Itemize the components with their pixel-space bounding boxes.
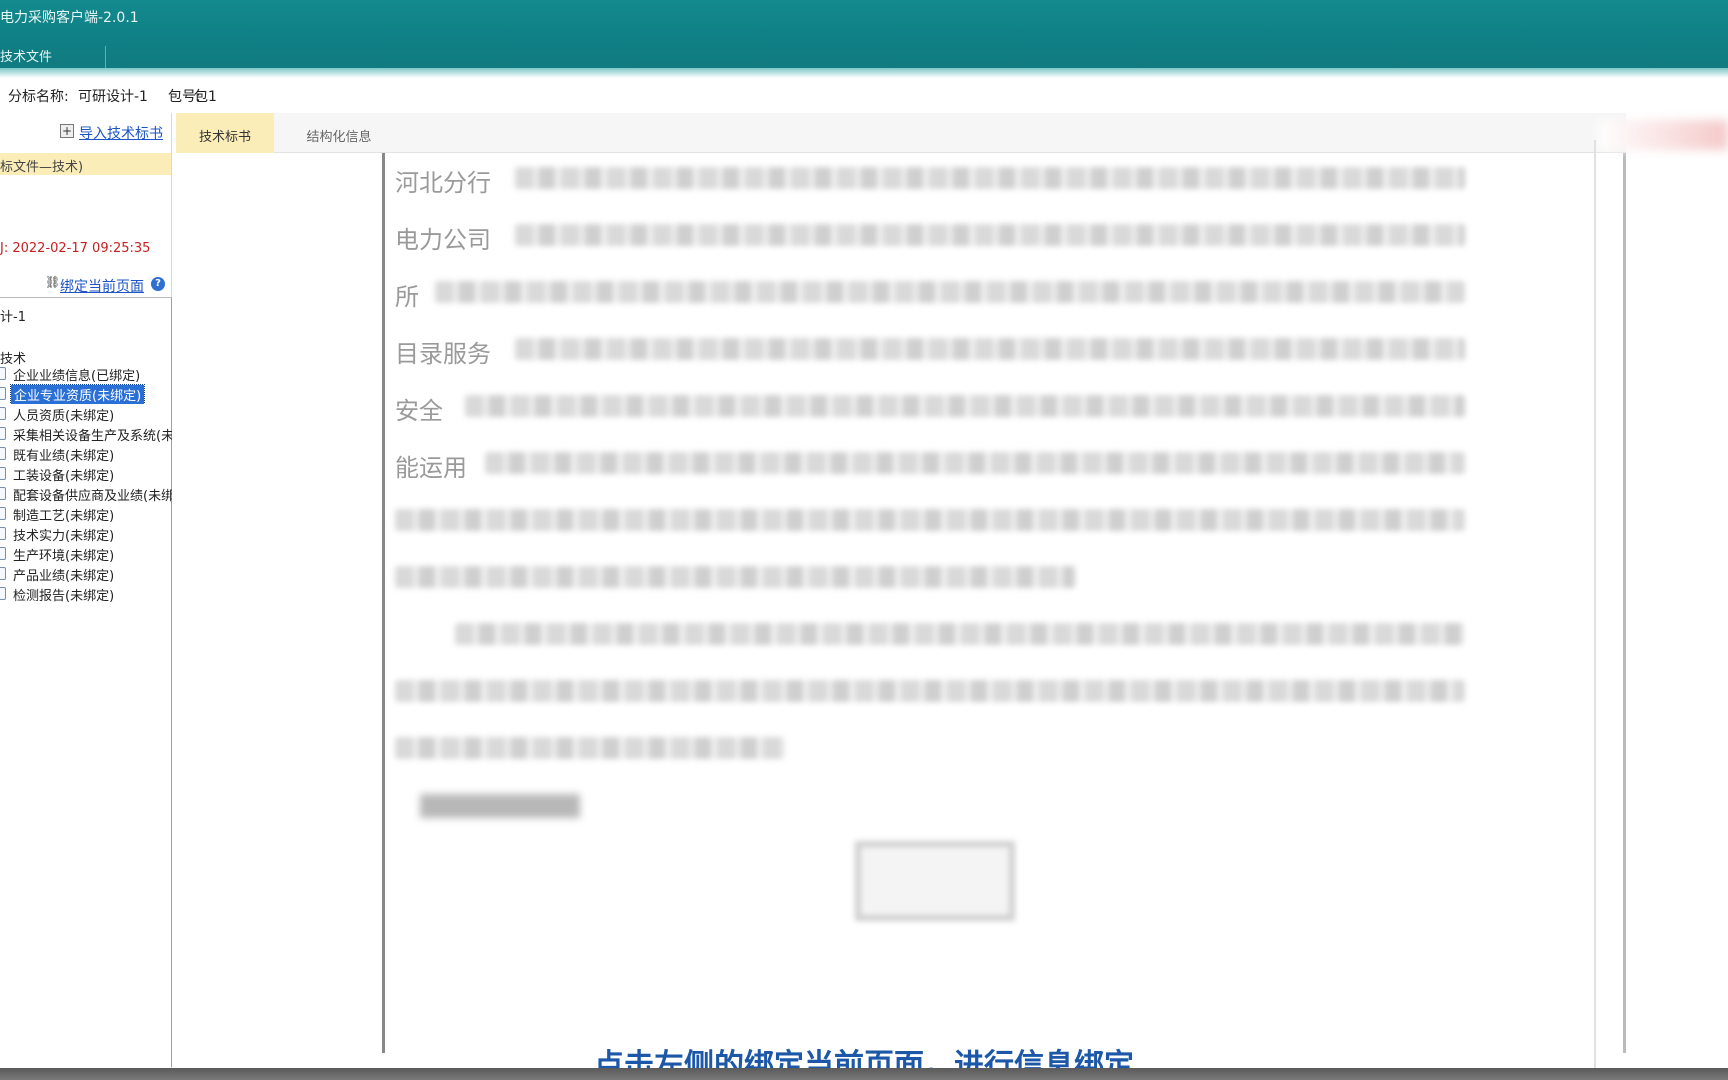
tree-item[interactable]: 技术实力(未绑定) [0,524,172,544]
tree-item[interactable]: 采集相关设备生产及系统(未绑定) [0,424,172,444]
help-icon[interactable]: ? [151,277,165,291]
bind-current-page-link[interactable]: 绑定当前页面 [60,276,144,296]
tab-structured-info[interactable]: 结构化信息 [274,113,404,153]
document-icon [0,387,6,400]
title-bar: 电力采购客户端-2.0.1 技术文件 [0,0,1728,74]
tree-item[interactable]: 企业业绩信息(已绑定) [0,364,172,384]
blurred-text-line [455,623,1465,645]
tree-item[interactable]: 检测报告(未绑定) [0,584,172,604]
document-viewer: 河北分行 电力公司 所 目录服务 安全 能运用 [176,153,1626,1053]
tree-item-selected[interactable]: 企业专业资质(未绑定) [0,384,172,404]
tab-tech-bid[interactable]: 技术标书 [176,113,274,153]
blurred-right-element [1598,120,1728,150]
document-icon [0,467,6,480]
blurred-text-line [395,509,1465,531]
left-panel: + 导入技术标书 标文件—技术) J: 2022-02-17 09:25:35 … [0,113,172,1068]
tree-item[interactable]: 工装设备(未绑定) [0,464,172,484]
document-icon [0,427,6,440]
document-icon [0,447,6,460]
blurred-text-line [465,395,1465,417]
blurred-figure [855,841,1015,921]
title-bar-fade [0,68,1728,78]
document-icon [0,567,6,580]
timestamp-value: 2022-02-17 09:25:35 [12,241,151,256]
blurred-text-line [515,224,1465,246]
blurred-text-line [515,167,1465,189]
blurred-text-line [395,680,1465,702]
tree-item[interactable]: 人员资质(未绑定) [0,404,172,424]
blurred-text-line [435,281,1465,303]
right-panel-divider [1594,140,1596,1070]
app-window: 电力采购客户端-2.0.1 技术文件 分标名称: 可研设计-1 包号: 包1 +… [0,0,1728,1080]
tree-item[interactable]: 制造工艺(未绑定) [0,504,172,524]
bid-document-row[interactable]: 标文件—技术) [0,153,171,175]
blurred-text-line [395,737,785,759]
document-icon [0,407,6,420]
tree-item[interactable]: 既有业绩(未绑定) [0,444,172,464]
blurred-text-line [515,338,1465,360]
blurred-text-line [395,566,1075,588]
bind-row: ⛓ 绑定当前页面 ? [0,273,170,295]
document-page[interactable]: 河北分行 电力公司 所 目录服务 安全 能运用 [382,153,1626,1053]
status-bar [0,1068,1728,1080]
blurred-text-line [485,452,1465,474]
tree-root-node[interactable]: 计-1 [0,306,26,325]
section-tree: 计-1 技术 企业业绩信息(已绑定) 企业专业资质(未绑定) 人员资质(未绑定)… [0,297,172,1067]
package-name-label: 分标名称: [8,89,69,105]
import-row: + 导入技术标书 [0,121,170,143]
timestamp: J: 2022-02-17 09:25:35 [0,241,150,256]
link-icon: ⛓ [45,275,61,289]
document-icon [0,527,6,540]
document-icon [0,547,6,560]
document-icon [0,367,6,380]
tree-item[interactable]: 配套设备供应商及业绩(未绑定) [0,484,172,504]
document-icon [0,507,6,520]
tree-item[interactable]: 产品业绩(未绑定) [0,564,172,584]
blurred-heading [420,794,580,818]
package-info-bar: 分标名称: 可研设计-1 包号: 包1 [0,82,1728,110]
tree-item[interactable]: 生产环境(未绑定) [0,544,172,564]
timestamp-prefix: J: [0,241,9,256]
outline-panel [176,153,382,1053]
tab-bar: 技术标书 结构化信息 [176,113,1626,153]
import-tech-bid-link[interactable]: 导入技术标书 [79,123,163,143]
window-title: 电力采购客户端-2.0.1 [0,10,139,26]
package-name-value: 可研设计-1 [78,89,148,105]
document-icon [0,487,6,500]
bag-value: 包1 [194,89,217,105]
document-icon [0,587,6,600]
plus-icon[interactable]: + [60,124,74,138]
